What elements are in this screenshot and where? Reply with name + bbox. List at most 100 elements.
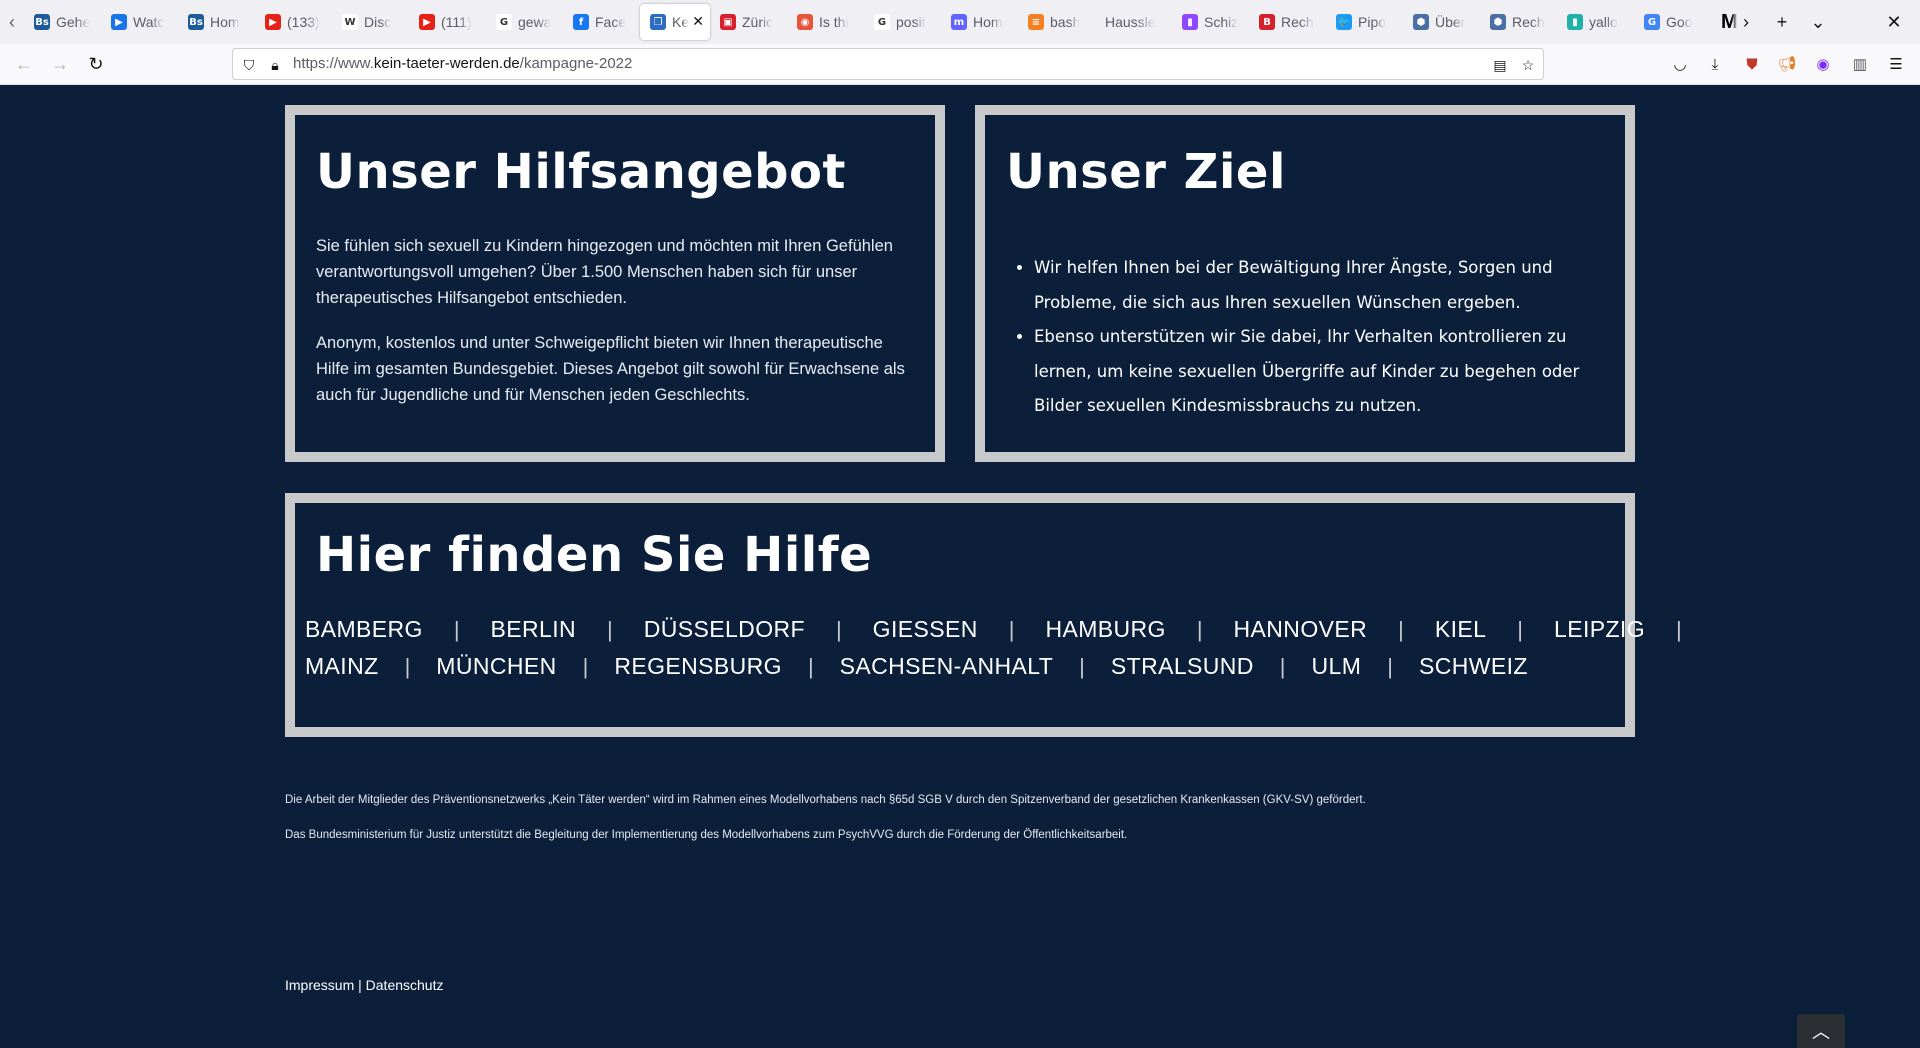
- city-link[interactable]: MAINZ: [305, 653, 379, 680]
- tab-label: gewa: [518, 14, 552, 30]
- tab-favicon-icon: ▮: [1567, 14, 1583, 30]
- bookmark-star-icon[interactable]: ☆: [1518, 55, 1538, 75]
- tab-favicon-icon: f: [573, 14, 589, 30]
- extension-chart-icon[interactable]: ▥: [1848, 52, 1872, 76]
- shield-icon[interactable]: ⛉: [239, 55, 259, 75]
- tab-label: Hom: [973, 14, 1003, 30]
- close-window-icon[interactable]: ✕: [1876, 4, 1912, 40]
- browser-tab[interactable]: Bs Gehe: [24, 4, 101, 40]
- legal-links: Impressum | Datenschutz: [285, 977, 443, 993]
- tab-favicon-icon: ❐: [650, 14, 666, 30]
- browser-tab[interactable]: Haussle: [1095, 4, 1172, 40]
- city-separator: |: [807, 653, 814, 679]
- browser-tab[interactable]: ▶ (111): [409, 4, 486, 40]
- scroll-to-top-button[interactable]: ︿: [1797, 1014, 1845, 1048]
- city-separator: |: [404, 653, 411, 679]
- browser-tab[interactable]: ▶ (133): [255, 4, 332, 40]
- city-link[interactable]: SCHWEIZ: [1419, 653, 1528, 680]
- impressum-link[interactable]: Impressum: [285, 977, 354, 993]
- reload-icon[interactable]: ↻: [80, 48, 112, 80]
- back-icon[interactable]: ←: [8, 48, 40, 80]
- browser-tab[interactable]: ≡ bash: [1018, 4, 1095, 40]
- tab-favicon-icon: 🐦: [1336, 14, 1352, 30]
- tab-label: Über: [1435, 14, 1466, 30]
- browser-tab[interactable]: ▣ Züric: [710, 4, 787, 40]
- tab-favicon-icon: Bs: [34, 14, 50, 30]
- extension-y-icon[interactable]: ◉: [1811, 52, 1835, 76]
- browser-tab[interactable]: ▮ yallo: [1557, 4, 1634, 40]
- browser-tab[interactable]: ▶ Watc: [101, 4, 178, 40]
- browser-tab[interactable]: ⬢ Rech: [1480, 4, 1557, 40]
- tab-favicon-icon: ▶: [419, 14, 435, 30]
- tab-label: Rech: [1512, 14, 1545, 30]
- url-domain: kein-taeter-werden.de: [373, 55, 520, 72]
- city-link[interactable]: ULM: [1312, 653, 1362, 680]
- goal-list: Wir helfen Ihnen bei der Bewältigung Ihr…: [1006, 251, 1594, 424]
- city-link[interactable]: DÜSSELDORF: [644, 616, 805, 643]
- city-link[interactable]: LEIPZIG: [1554, 616, 1645, 643]
- city-link[interactable]: BAMBERG: [305, 616, 423, 643]
- downloads-icon[interactable]: ⤓: [1703, 52, 1727, 76]
- browser-tab[interactable]: Gposit: [864, 4, 941, 40]
- tab-favicon-icon: ▶: [265, 14, 281, 30]
- goal-card: Unser Ziel Wir helfen Ihnen bei der Bewä…: [975, 105, 1635, 462]
- city-link[interactable]: GIESSEN: [873, 616, 978, 643]
- city-link[interactable]: MÜNCHEN: [436, 653, 556, 680]
- browser-tab[interactable]: 🐦 Pipo: [1326, 4, 1403, 40]
- city-link[interactable]: KIEL: [1435, 616, 1486, 643]
- offer-title: Unser Hilfsangebot: [316, 144, 846, 200]
- pocket-icon[interactable]: ◡: [1668, 52, 1692, 76]
- list-all-tabs-icon[interactable]: ⌄: [1800, 4, 1836, 40]
- reader-view-icon[interactable]: ▤: [1490, 55, 1510, 75]
- city-link[interactable]: HANNOVER: [1234, 616, 1368, 643]
- funding-note-2: Das Bundesministerium für Justiz unterst…: [285, 829, 1128, 841]
- megaphone-icon[interactable]: 📢︎: [1775, 52, 1799, 76]
- tab-label: Gehe: [56, 14, 91, 30]
- help-title: Hier finden Sie Hilfe: [316, 527, 873, 583]
- tab-scroll-right-icon[interactable]: ›: [1728, 4, 1764, 40]
- datenschutz-link[interactable]: Datenschutz: [366, 977, 444, 993]
- browser-tab[interactable]: ▮ Schiz: [1172, 4, 1249, 40]
- tab-bar-controls: › + ⌄ ✕: [1728, 0, 1920, 44]
- tab-label: Rech: [1281, 14, 1314, 30]
- tab-favicon-icon: m: [951, 14, 967, 30]
- tab-label: Ke: [672, 14, 690, 30]
- legal-divider: |: [358, 977, 362, 993]
- tab-bar: ‹ Bs Gehe ▶ Watc Bs Hom ▶ (133) W Disc ▶ (111) Ggewa…: [0, 0, 1920, 44]
- tab-favicon-icon: G: [496, 14, 512, 30]
- tab-scroll-left-icon[interactable]: ‹: [0, 0, 24, 44]
- browser-tab[interactable]: f Face: [563, 4, 640, 40]
- funding-note-1: Die Arbeit der Mitglieder des Prävention…: [285, 794, 1366, 806]
- city-separator: |: [1517, 616, 1524, 642]
- url-text[interactable]: https://www.kein-taeter-werden.de/kampag…: [293, 55, 632, 72]
- city-link[interactable]: REGENSBURG: [614, 653, 782, 680]
- forward-icon[interactable]: →: [44, 48, 76, 80]
- tab-favicon-icon: W: [342, 14, 358, 30]
- url-bar[interactable]: ⛉ 🔒︎ https://www.kein-taeter-werden.de/k…: [232, 48, 1544, 80]
- tab-label: Is thi: [819, 14, 849, 30]
- tab-favicon-icon: ◉: [797, 14, 813, 30]
- ublock-icon[interactable]: ⛊: [1740, 52, 1764, 76]
- lock-icon[interactable]: 🔒︎: [265, 55, 285, 75]
- city-link[interactable]: BERLIN: [491, 616, 576, 643]
- browser-tab[interactable]: ◉ Is thi: [787, 4, 864, 40]
- close-tab-icon[interactable]: ✕: [692, 13, 704, 30]
- browser-tab[interactable]: G Goo: [1634, 4, 1711, 40]
- browser-tab[interactable]: Bs Hom: [178, 4, 255, 40]
- browser-tab[interactable]: B Rech: [1249, 4, 1326, 40]
- tab-favicon-icon: ≡: [1028, 14, 1044, 30]
- new-tab-icon[interactable]: +: [1764, 4, 1800, 40]
- browser-tab[interactable]: ⬢ Über: [1403, 4, 1480, 40]
- browser-tab[interactable]: ❐ Ke ✕: [640, 4, 710, 40]
- browser-tab[interactable]: W Disc: [332, 4, 409, 40]
- city-link[interactable]: SACHSEN-ANHALT: [840, 653, 1054, 680]
- tab-label: Hom: [210, 14, 240, 30]
- browser-tab[interactable]: m Hom: [941, 4, 1018, 40]
- city-link[interactable]: STRALSUND: [1111, 653, 1254, 680]
- browser-tab[interactable]: Ggewa: [486, 4, 563, 40]
- chevron-up-icon: ︿: [1812, 1022, 1830, 1042]
- tab-label: Haussle: [1105, 14, 1156, 30]
- menu-icon[interactable]: ☰: [1884, 52, 1908, 76]
- city-link[interactable]: HAMBURG: [1045, 616, 1165, 643]
- offer-paragraph-1: Sie fühlen sich sexuell zu Kindern hinge…: [316, 237, 893, 307]
